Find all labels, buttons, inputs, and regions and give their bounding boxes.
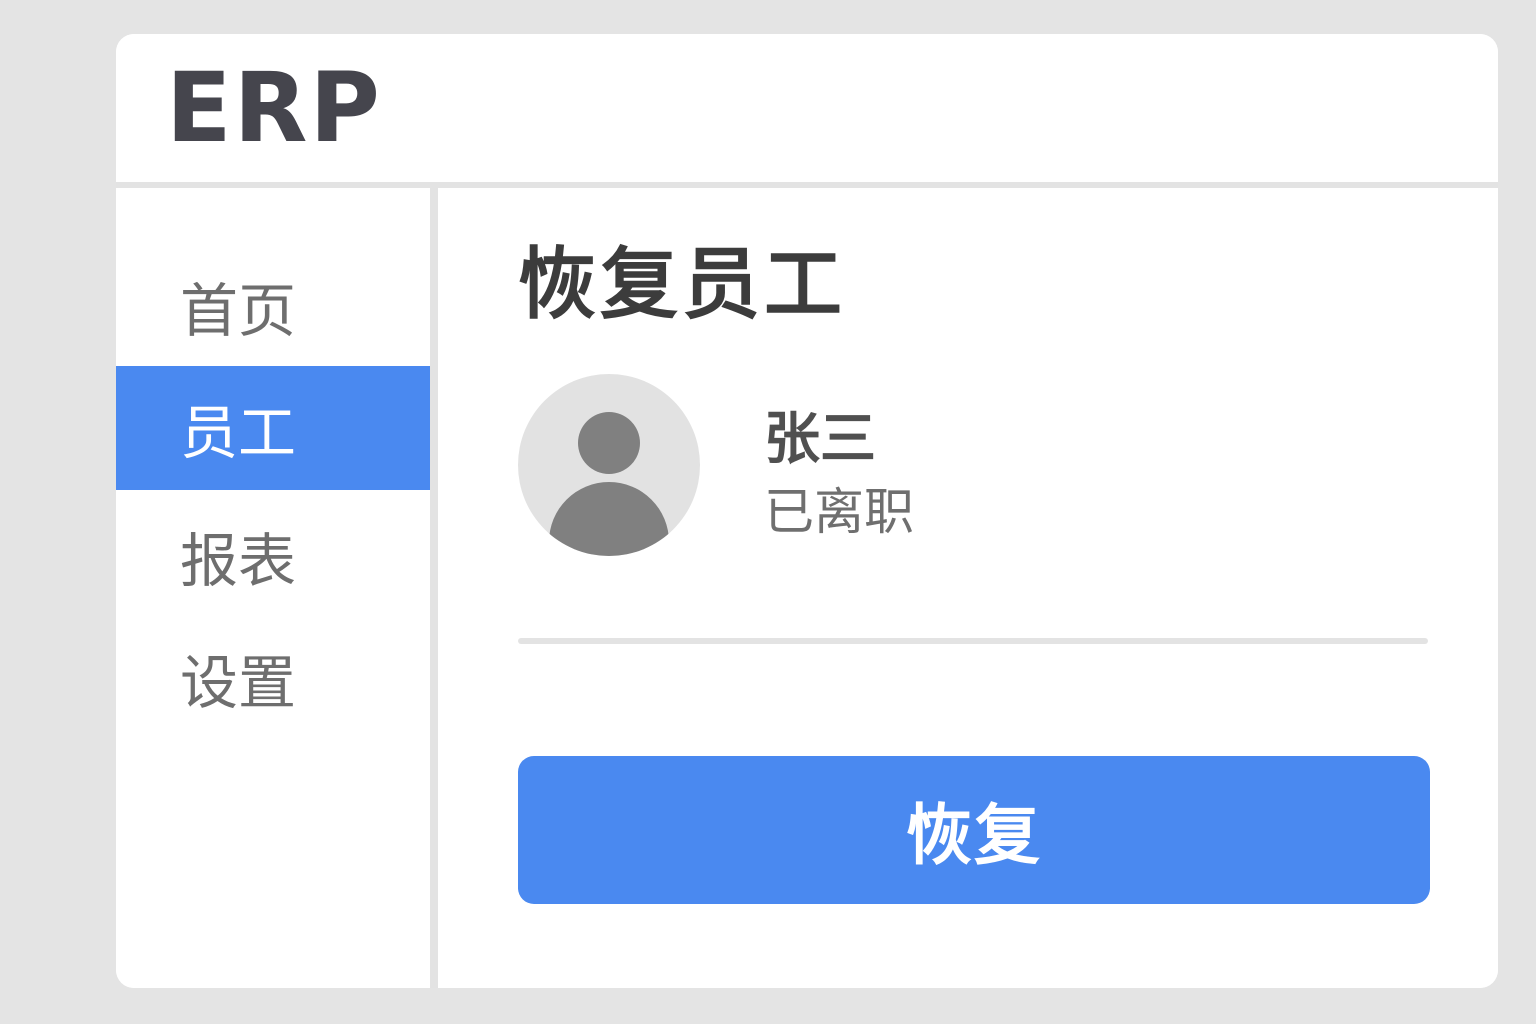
sidebar: 首页 员工 报表 设置 <box>116 188 430 988</box>
sidebar-item-settings[interactable]: 设置 <box>116 616 430 740</box>
employee-status: 已离职 <box>764 483 914 541</box>
app-window: ERP 首页 员工 报表 设置 恢复员工 张三 已离职 恢复 <box>116 34 1498 988</box>
user-avatar-icon <box>518 374 700 556</box>
sidebar-item-employees[interactable]: 员工 <box>116 366 430 490</box>
app-header: ERP <box>116 34 1498 182</box>
sidebar-item-reports[interactable]: 报表 <box>116 494 430 618</box>
page-title: 恢复员工 <box>518 240 847 330</box>
main-content: 恢复员工 张三 已离职 恢复 <box>438 188 1498 988</box>
sidebar-item-home[interactable]: 首页 <box>116 244 430 368</box>
employee-name: 张三 <box>764 407 876 472</box>
sidebar-divider <box>430 188 438 988</box>
restore-button[interactable]: 恢复 <box>518 756 1430 904</box>
content-divider <box>518 638 1428 644</box>
user-silhouette-icon <box>549 412 669 556</box>
app-title: ERP <box>166 52 382 164</box>
